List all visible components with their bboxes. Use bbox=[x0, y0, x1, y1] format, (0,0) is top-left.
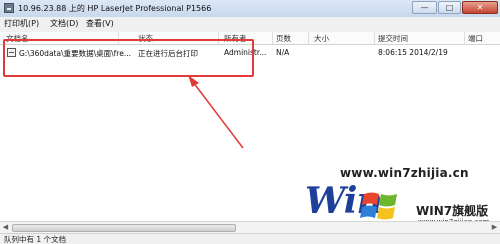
scroll-thumb[interactable] bbox=[12, 224, 236, 232]
watermark-url: www.win7zhijia.cn bbox=[340, 166, 469, 180]
status-bar: 队列中有 1 个文档 bbox=[0, 233, 500, 244]
scroll-left-icon[interactable]: ◀ bbox=[0, 222, 11, 233]
watermark-brand: WIN7旗舰版 bbox=[416, 204, 489, 218]
windows-flag-icon bbox=[360, 192, 397, 220]
horizontal-scrollbar[interactable]: ◀ ▶ bbox=[0, 221, 500, 233]
scroll-right-icon[interactable]: ▶ bbox=[489, 222, 500, 233]
